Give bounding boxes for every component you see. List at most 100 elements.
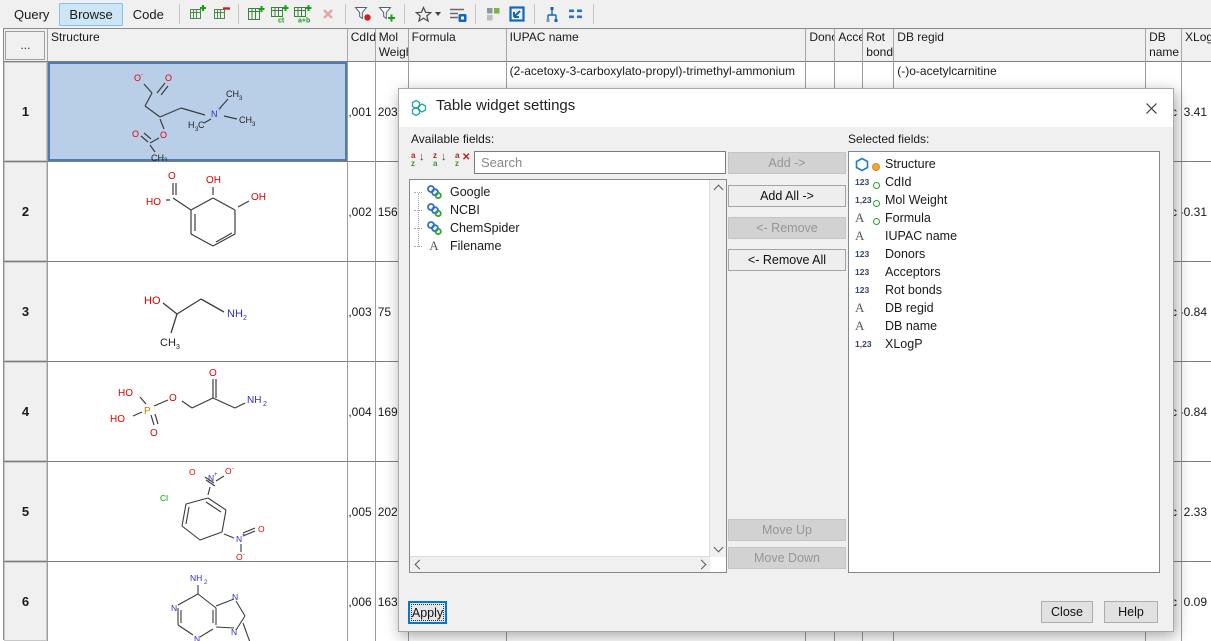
xlogp-cell[interactable]: 0.09 xyxy=(1182,562,1211,641)
table-options-button[interactable]: ... xyxy=(5,31,45,60)
row-number[interactable]: 2 xyxy=(4,162,48,262)
svg-text:O: O xyxy=(225,466,232,476)
row-number[interactable]: 3 xyxy=(4,262,48,362)
close-button[interactable]: Close xyxy=(1041,601,1093,623)
structure-hierarchy-icon[interactable] xyxy=(541,3,563,25)
structure-cell-aminoacetone-phosphate[interactable]: HO HO P O O O NH2 xyxy=(48,362,348,462)
selected-field-structure[interactable]: Structure xyxy=(849,155,1159,173)
available-fields-list[interactable]: Google NCBI ChemSpider A Filename xyxy=(409,179,727,573)
move-down-button[interactable]: Move Down xyxy=(728,547,846,569)
apply-button[interactable]: Apply xyxy=(408,601,447,624)
sort-clear-icon[interactable]: az✕ xyxy=(453,151,472,170)
selected-field-formula[interactable]: A Formula xyxy=(849,209,1159,227)
new-table-ab-icon[interactable]: a+b xyxy=(293,3,315,25)
sort-za-icon[interactable]: za↓ xyxy=(431,151,450,170)
column-header-donors[interactable]: Dono xyxy=(806,29,835,62)
tab-browse[interactable]: Browse xyxy=(59,3,122,26)
scroll-left-icon[interactable] xyxy=(410,557,425,572)
favorites-star-icon[interactable] xyxy=(411,3,445,25)
field-list-icon[interactable] xyxy=(565,3,587,25)
selected-fields-label: Selected fields: xyxy=(848,132,929,146)
filter-add-icon[interactable] xyxy=(376,3,398,25)
add-data-tree-icon[interactable] xyxy=(186,3,208,25)
export-icon[interactable] xyxy=(506,3,528,25)
svg-text:OH: OH xyxy=(206,175,221,186)
sort-az-icon[interactable]: az↓ xyxy=(409,151,428,170)
selected-field-db-name[interactable]: A DB name xyxy=(849,317,1159,335)
column-header-xlogp[interactable]: XLogP xyxy=(1182,29,1211,62)
filter-red-icon[interactable] xyxy=(352,3,374,25)
cdid-cell[interactable]: 1,005 xyxy=(348,462,376,562)
add-all-button[interactable]: Add All -> xyxy=(728,185,846,207)
structure-cell-aminopropanol[interactable]: HO NH2 CH3 xyxy=(48,262,348,362)
list-item-filename[interactable]: A Filename xyxy=(410,237,709,255)
cdid-cell[interactable]: 1,003 xyxy=(348,262,376,362)
remove-all-button[interactable]: <- Remove All xyxy=(728,249,846,271)
remove-button[interactable]: <- Remove xyxy=(728,217,846,239)
column-header-db-regid[interactable]: DB regid xyxy=(894,29,1146,62)
scroll-right-icon[interactable] xyxy=(695,557,710,572)
column-header-acceptors[interactable]: Accep xyxy=(835,29,863,62)
molecule-drawing: O HO OH OH xyxy=(48,162,348,262)
row-number[interactable]: 5 xyxy=(4,462,48,562)
column-header-rot-bonds[interactable]: Rot bond xyxy=(863,29,894,62)
xlogp-cell[interactable]: -0.84 xyxy=(1182,362,1211,462)
selected-field-donors[interactable]: 123 Donors xyxy=(849,245,1159,263)
cdid-cell[interactable]: 1,001 xyxy=(348,62,376,162)
search-input[interactable] xyxy=(474,151,726,174)
column-header-iupac-name[interactable]: IUPAC name xyxy=(507,29,807,62)
column-header-cdid[interactable]: CdId xyxy=(348,29,376,62)
selected-field-label: DB regid xyxy=(885,301,934,315)
cdid-cell[interactable]: 1,002 xyxy=(348,162,376,262)
structure-cell-dihydroxycyclohexadiene-acid[interactable]: O HO OH OH xyxy=(48,162,348,262)
structure-cell-acetylcarnitine[interactable]: O- O N+ CH3 CH3 H3C O O CH3 xyxy=(48,62,348,162)
list-item-chemspider[interactable]: ChemSpider xyxy=(410,219,709,237)
structure-cell-chlorodinitrobenzene[interactable]: Cl N+ O O- N+ O O- xyxy=(48,462,348,562)
xlogp-cell[interactable]: -0.31 xyxy=(1182,162,1211,262)
application-window: Query Browse Code ct a+b ... Structure xyxy=(0,0,1211,640)
selected-field-iupac-name[interactable]: A IUPAC name xyxy=(849,227,1159,245)
scroll-down-icon[interactable] xyxy=(710,541,726,557)
new-table-ct-icon[interactable]: ct xyxy=(269,3,291,25)
selected-field-db-regid[interactable]: A DB regid xyxy=(849,299,1159,317)
column-header-formula[interactable]: Formula xyxy=(409,29,507,62)
dialog-titlebar: Table widget settings xyxy=(399,89,1173,127)
xlogp-cell[interactable]: -0.84 xyxy=(1182,262,1211,362)
vertical-scrollbar[interactable] xyxy=(709,180,726,557)
row-number[interactable]: 6 xyxy=(4,562,48,641)
selected-field-mol-weight[interactable]: 1,23 Mol Weight xyxy=(849,191,1159,209)
structure-cell-adenine-derivative[interactable]: NH2 N N N N xyxy=(48,562,348,641)
scroll-up-icon[interactable] xyxy=(710,180,726,196)
remove-data-tree-icon[interactable] xyxy=(210,3,232,25)
selected-field-label: Formula xyxy=(885,211,931,225)
add-button[interactable]: Add -> xyxy=(728,152,846,174)
row-number[interactable]: 4 xyxy=(4,362,48,462)
selected-field-acceptors[interactable]: 123 Acceptors xyxy=(849,263,1159,281)
svg-text:2: 2 xyxy=(204,580,208,586)
widget-grid-icon[interactable] xyxy=(482,3,504,25)
close-icon[interactable] xyxy=(1141,99,1161,117)
svg-text:O: O xyxy=(258,524,265,534)
selected-field-cdid[interactable]: 123 CdId xyxy=(849,173,1159,191)
horizontal-scrollbar[interactable] xyxy=(410,556,710,572)
xlogp-cell[interactable]: 3.41 xyxy=(1182,62,1211,162)
column-settings-icon[interactable] xyxy=(447,3,469,25)
list-item-ncbi[interactable]: NCBI xyxy=(410,201,709,219)
column-header-structure[interactable]: Structure xyxy=(48,29,348,62)
svg-text:ct: ct xyxy=(278,18,285,24)
column-header-db-name[interactable]: DB name xyxy=(1146,29,1182,62)
help-button[interactable]: Help xyxy=(1104,601,1158,623)
selected-fields-list[interactable]: Structure 123 CdId 1,23 Mol Weight A For… xyxy=(848,151,1160,573)
row-number[interactable]: 1 xyxy=(4,62,48,162)
cdid-cell[interactable]: 1,006 xyxy=(348,562,376,641)
cdid-cell[interactable]: 1,004 xyxy=(348,362,376,462)
xlogp-cell[interactable]: 2.33 xyxy=(1182,462,1211,562)
list-item-google[interactable]: Google xyxy=(410,183,709,201)
new-table-icon[interactable] xyxy=(245,3,267,25)
selected-field-rot-bonds[interactable]: 123 Rot bonds xyxy=(849,281,1159,299)
column-header-mol-weight[interactable]: Mol Weight xyxy=(376,29,409,62)
tab-query[interactable]: Query xyxy=(4,3,59,26)
tab-code[interactable]: Code xyxy=(123,3,174,26)
selected-field-xlogp[interactable]: 1,23 XLogP xyxy=(849,335,1159,353)
move-up-button[interactable]: Move Up xyxy=(728,519,846,541)
